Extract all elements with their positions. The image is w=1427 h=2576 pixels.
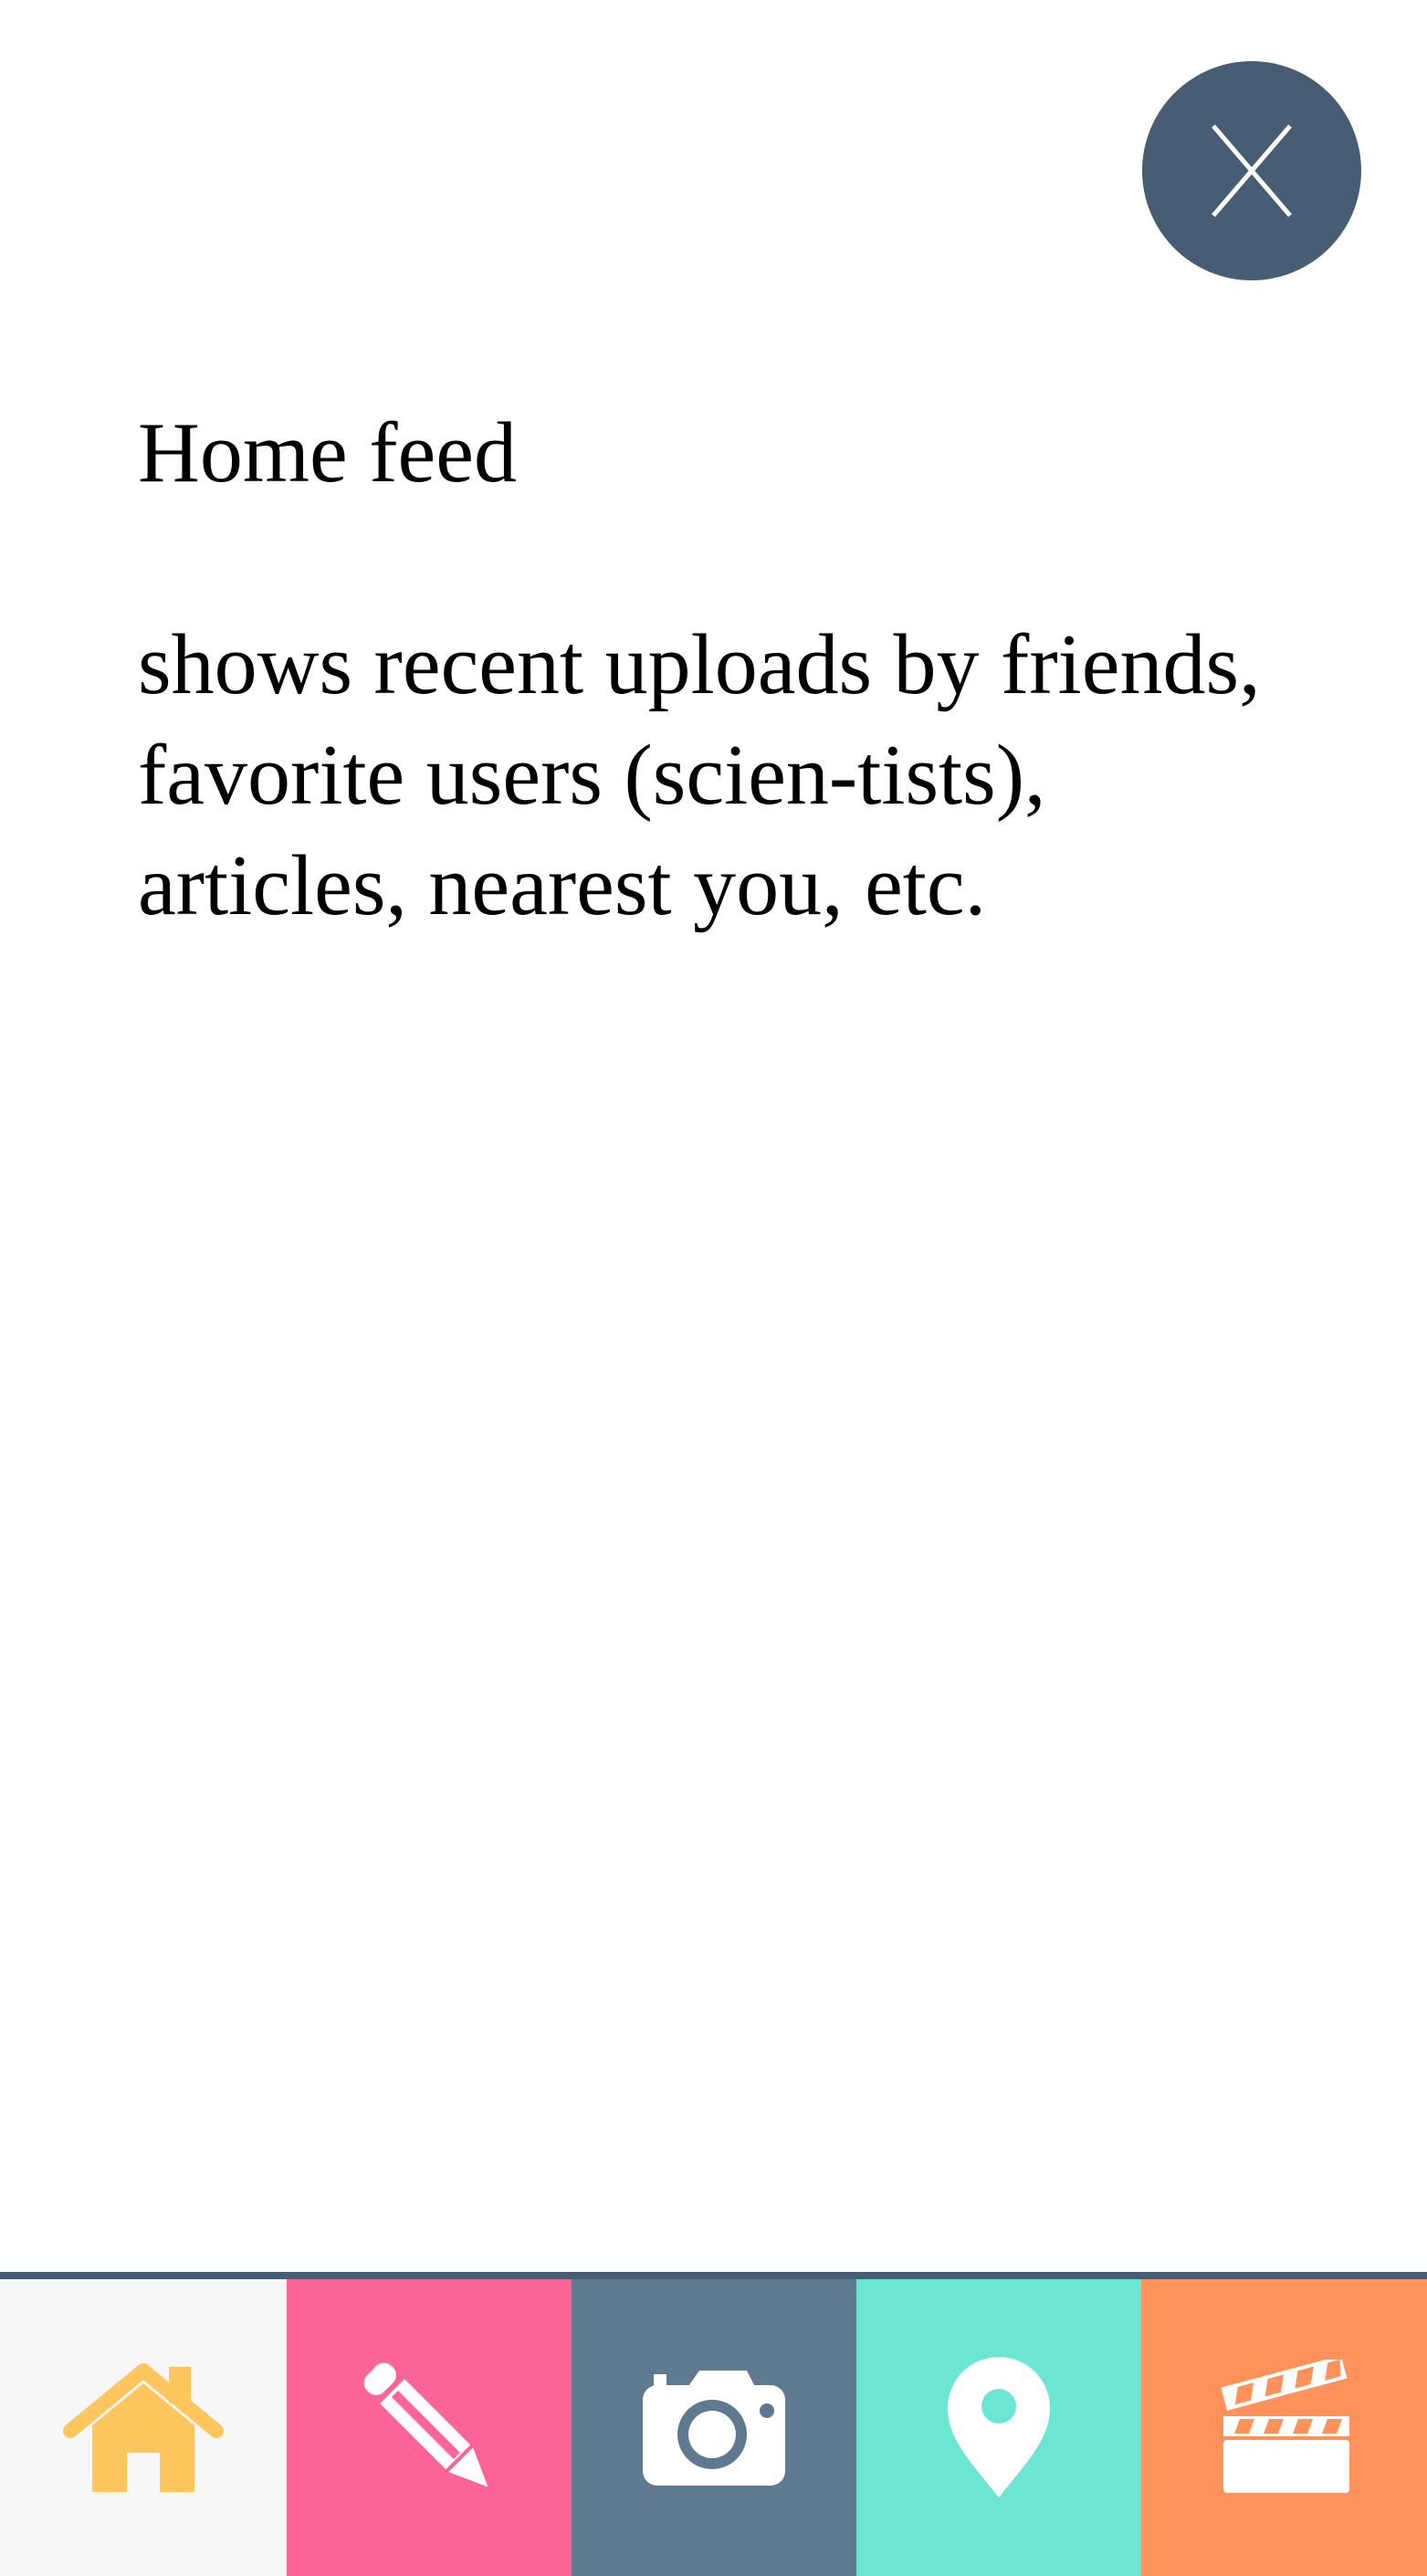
close-button[interactable] <box>1142 61 1361 280</box>
help-content: Home feed shows recent uploads by friend… <box>138 402 1288 941</box>
camera-icon <box>643 2370 785 2486</box>
bottom-tab-bar <box>0 2272 1427 2576</box>
home-icon <box>63 2362 224 2492</box>
clapperboard-icon <box>1220 2359 1349 2493</box>
help-description: shows recent uploads by friends, favorit… <box>138 616 1261 933</box>
close-icon <box>1212 124 1292 217</box>
map-pin-icon <box>948 2356 1050 2497</box>
tab-home[interactable] <box>0 2279 287 2576</box>
tab-location[interactable] <box>856 2279 1141 2576</box>
tab-camera[interactable] <box>572 2279 856 2576</box>
tab-edit[interactable] <box>287 2279 572 2576</box>
help-overlay: Home feed shows recent uploads by friend… <box>0 0 1427 2576</box>
tab-video[interactable] <box>1141 2279 1427 2576</box>
help-title: Home feed <box>138 405 517 500</box>
pencil-icon <box>363 2362 488 2487</box>
